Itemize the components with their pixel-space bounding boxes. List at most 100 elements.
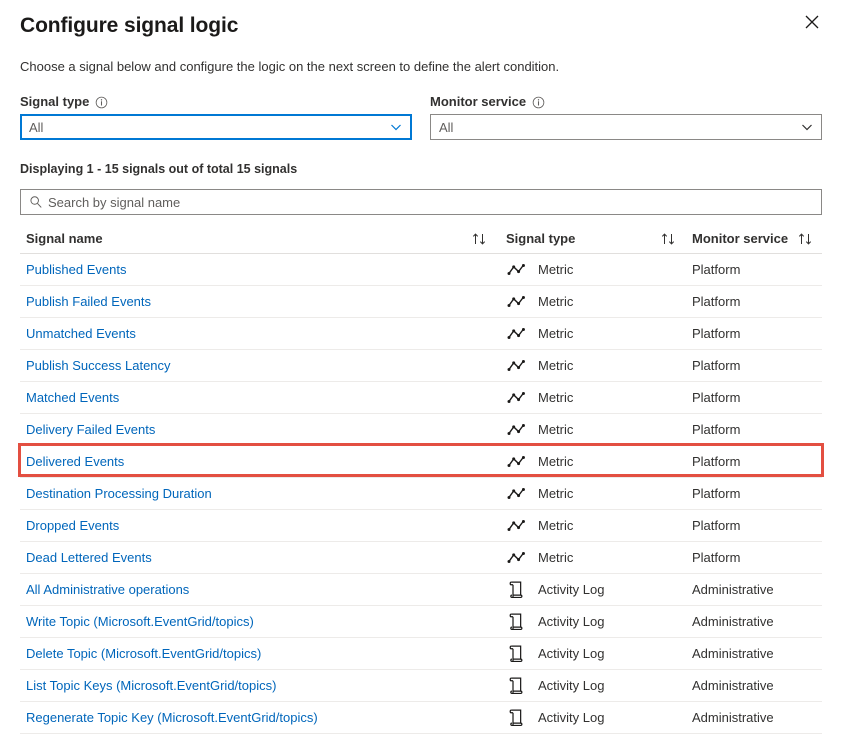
cell-signal-type: Metric xyxy=(500,454,650,469)
monitor-service-dropdown[interactable]: All xyxy=(430,114,822,140)
table-row[interactable]: List Topic Keys (Microsoft.EventGrid/top… xyxy=(20,670,822,702)
cell-signal-name: Write Topic (Microsoft.EventGrid/topics) xyxy=(20,614,460,629)
metric-line-chart-icon xyxy=(506,358,526,373)
activity-log-scroll-icon xyxy=(506,580,526,599)
activity-log-scroll-icon xyxy=(506,676,526,695)
table-row[interactable]: Dead Lettered Events Metric Platform xyxy=(20,542,822,574)
cell-signal-type: Activity Log xyxy=(500,644,650,663)
signal-type-text: Metric xyxy=(538,390,574,405)
monitor-service-text: Platform xyxy=(692,390,741,405)
signal-name-link[interactable]: Delete Topic (Microsoft.EventGrid/topics… xyxy=(26,646,261,661)
monitor-service-text: Platform xyxy=(692,550,741,565)
search-input[interactable] xyxy=(48,190,815,214)
cell-signal-name: Unmatched Events xyxy=(20,326,460,341)
cell-signal-type: Metric xyxy=(500,262,650,277)
signal-name-link[interactable]: Delivery Failed Events xyxy=(26,422,155,437)
signal-type-dropdown[interactable]: All xyxy=(20,114,412,140)
table-row[interactable]: Delivered Events Metric Platform xyxy=(20,446,822,478)
signals-table: Signal name Signal type Monitor service xyxy=(18,224,824,734)
cell-signal-type: Metric xyxy=(500,294,650,309)
signal-name-link[interactable]: Publish Failed Events xyxy=(26,294,151,309)
signal-name-link[interactable]: Delivered Events xyxy=(26,454,124,469)
monitor-service-text: Administrative xyxy=(692,614,774,629)
activity-log-scroll-icon xyxy=(506,612,526,631)
table-row[interactable]: Published Events Metric Platform xyxy=(20,254,822,286)
signal-name-link[interactable]: Published Events xyxy=(26,262,126,277)
cell-monitor-service: Administrative xyxy=(688,710,822,725)
results-count: Displaying 1 - 15 signals out of total 1… xyxy=(20,162,298,176)
search-box[interactable] xyxy=(20,189,822,215)
signal-name-link[interactable]: List Topic Keys (Microsoft.EventGrid/top… xyxy=(26,678,276,693)
table-body: Published Events Metric Platform Publish Fa… xyxy=(20,254,822,734)
cell-signal-name: Regenerate Topic Key (Microsoft.EventGri… xyxy=(20,710,460,725)
signal-name-link[interactable]: Unmatched Events xyxy=(26,326,136,341)
signal-type-text: Activity Log xyxy=(538,614,605,629)
signal-type-value: All xyxy=(29,119,44,135)
metric-line-chart-icon xyxy=(506,390,526,405)
cell-signal-name: Destination Processing Duration xyxy=(20,486,460,501)
cell-signal-type: Metric xyxy=(500,422,650,437)
sort-ascending-descending-icon xyxy=(472,232,488,246)
column-header-signal-type-label: Signal type xyxy=(506,231,576,246)
cell-monitor-service: Administrative xyxy=(688,678,822,693)
cell-signal-type: Activity Log xyxy=(500,612,650,631)
table-row[interactable]: Dropped Events Metric Platform xyxy=(20,510,822,542)
cell-signal-name: All Administrative operations xyxy=(20,582,460,597)
activity-log-scroll-icon xyxy=(506,708,526,727)
sort-signal-name-button[interactable] xyxy=(460,232,500,246)
signal-type-text: Activity Log xyxy=(538,678,605,693)
info-icon[interactable] xyxy=(95,96,108,109)
sort-monitor-service-button[interactable] xyxy=(798,232,814,246)
cell-signal-type: Metric xyxy=(500,518,650,533)
table-row[interactable]: Delete Topic (Microsoft.EventGrid/topics… xyxy=(20,638,822,670)
cell-monitor-service: Administrative xyxy=(688,582,822,597)
signal-type-text: Metric xyxy=(538,518,574,533)
search-icon xyxy=(29,195,43,209)
sort-signal-type-button[interactable] xyxy=(650,232,688,246)
signal-type-label-row: Signal type xyxy=(20,94,412,110)
column-header-monitor-service-label: Monitor service xyxy=(692,231,789,246)
signal-type-text: Metric xyxy=(538,326,574,341)
info-icon[interactable] xyxy=(532,96,545,109)
column-header-signal-name[interactable]: Signal name xyxy=(20,231,460,246)
sort-ascending-descending-icon xyxy=(798,232,814,246)
signal-name-link[interactable]: Publish Success Latency xyxy=(26,358,171,373)
signal-type-text: Metric xyxy=(538,262,574,277)
metric-line-chart-icon xyxy=(506,454,526,469)
signal-type-text: Metric xyxy=(538,422,574,437)
close-button[interactable] xyxy=(796,6,828,38)
table-row[interactable]: Matched Events Metric Platform xyxy=(20,382,822,414)
table-row[interactable]: Delivery Failed Events Metric Platform xyxy=(20,414,822,446)
signal-name-link[interactable]: Regenerate Topic Key (Microsoft.EventGri… xyxy=(26,710,318,725)
signal-name-link[interactable]: All Administrative operations xyxy=(26,582,189,597)
table-row[interactable]: Destination Processing Duration Metric Pla… xyxy=(20,478,822,510)
signal-type-filter-group: Signal type All xyxy=(20,94,412,140)
column-header-signal-type[interactable]: Signal type xyxy=(500,231,650,246)
cell-signal-type: Metric xyxy=(500,326,650,341)
metric-line-chart-icon xyxy=(506,262,526,277)
metric-line-chart-icon xyxy=(506,422,526,437)
signal-name-link[interactable]: Dead Lettered Events xyxy=(26,550,152,565)
table-row[interactable]: Write Topic (Microsoft.EventGrid/topics)… xyxy=(20,606,822,638)
cell-signal-type: Activity Log xyxy=(500,580,650,599)
column-header-monitor-service[interactable]: Monitor service xyxy=(688,231,822,246)
table-row[interactable]: Publish Failed Events Metric Platform xyxy=(20,286,822,318)
monitor-service-text: Platform xyxy=(692,262,741,277)
table-row[interactable]: Unmatched Events Metric Platform xyxy=(20,318,822,350)
signal-name-link[interactable]: Dropped Events xyxy=(26,518,119,533)
cell-signal-type: Activity Log xyxy=(500,708,650,727)
signal-name-link[interactable]: Destination Processing Duration xyxy=(26,486,212,501)
cell-signal-name: Delivered Events xyxy=(20,454,460,469)
chevron-down-icon xyxy=(801,121,813,133)
activity-log-scroll-icon xyxy=(506,644,526,663)
monitor-service-text: Platform xyxy=(692,294,741,309)
signal-type-text: Metric xyxy=(538,358,574,373)
table-row[interactable]: Regenerate Topic Key (Microsoft.EventGri… xyxy=(20,702,822,734)
chevron-down-icon xyxy=(390,121,402,133)
signal-name-link[interactable]: Matched Events xyxy=(26,390,119,405)
signal-type-text: Metric xyxy=(538,294,574,309)
table-row[interactable]: Publish Success Latency Metric Platform xyxy=(20,350,822,382)
signal-name-link[interactable]: Write Topic (Microsoft.EventGrid/topics) xyxy=(26,614,254,629)
table-row[interactable]: All Administrative operations Activity Lo… xyxy=(20,574,822,606)
cell-signal-type: Metric xyxy=(500,486,650,501)
